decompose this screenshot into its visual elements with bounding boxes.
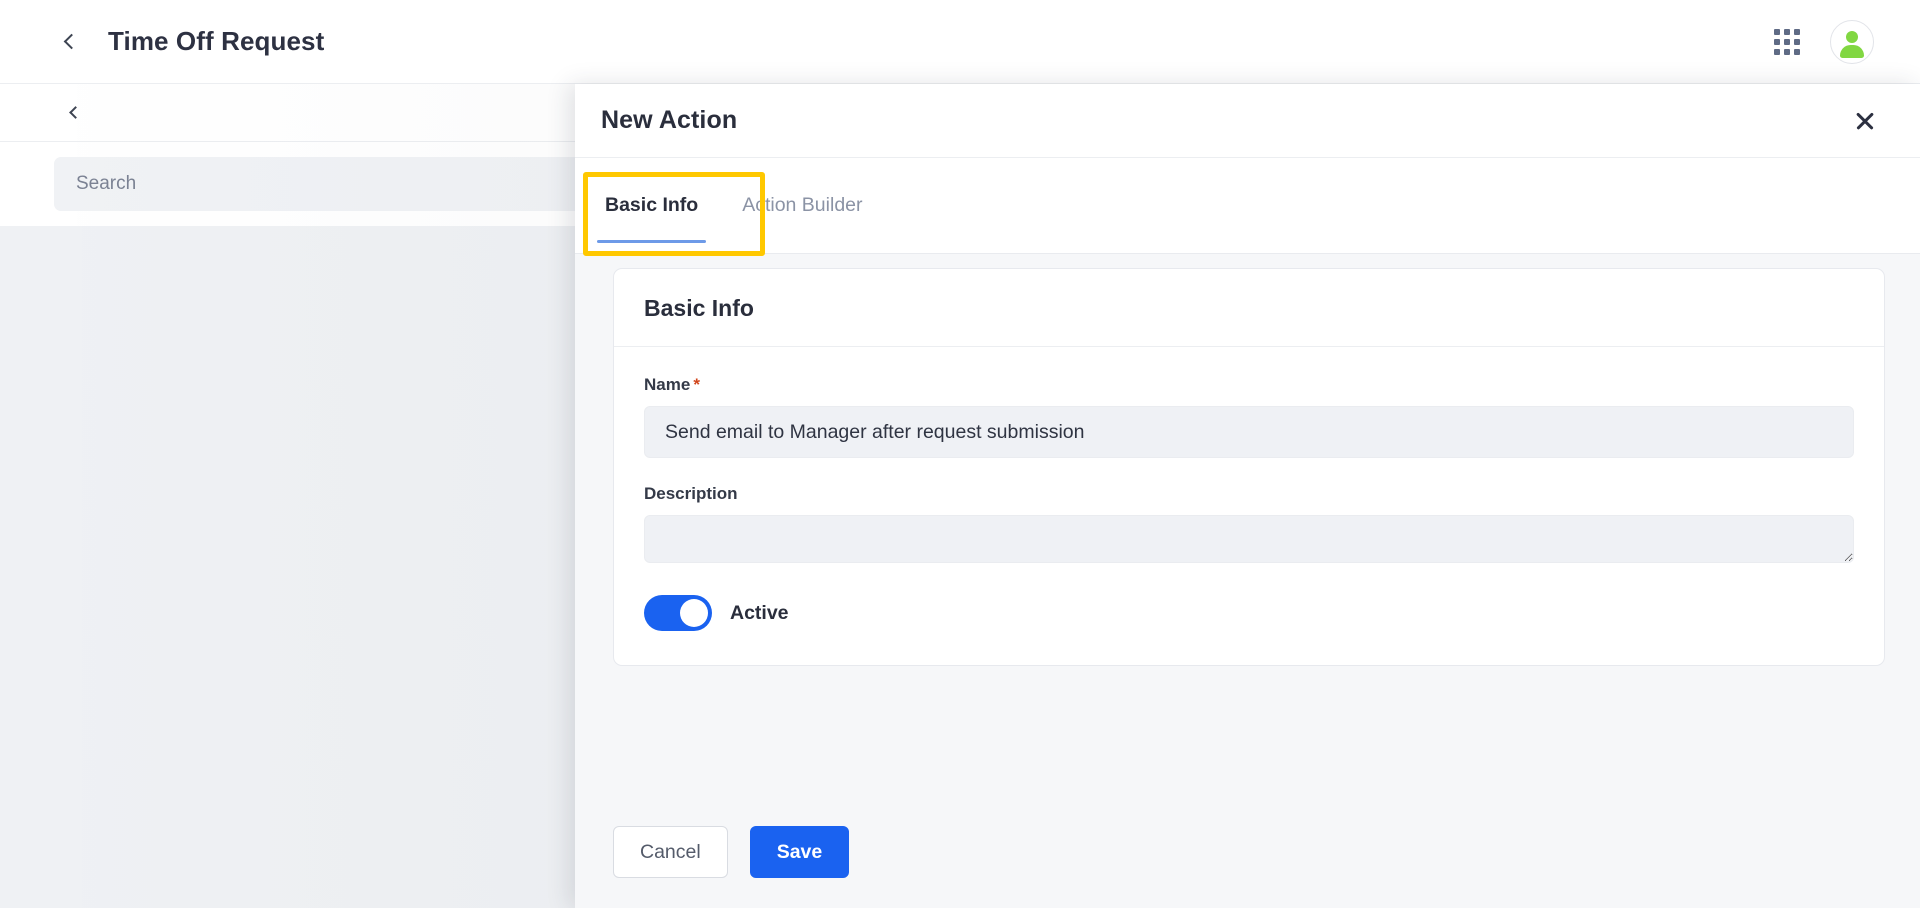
avatar-head <box>1846 30 1858 43</box>
avatar-body <box>1840 44 1864 58</box>
grid-cell <box>1784 38 1790 45</box>
app-header: Time Off Request <box>0 0 1920 84</box>
basic-info-card: Basic Info Name* Description <box>613 268 1885 666</box>
tab-action-builder-label: Action Builder <box>742 194 863 216</box>
active-toggle-row: Active <box>644 595 1854 631</box>
modal-title: New Action <box>601 106 738 134</box>
description-field-label: Description <box>644 484 738 503</box>
name-field-group: Name * <box>644 375 1854 458</box>
grid-cell <box>1794 28 1800 35</box>
cancel-button[interactable]: Cancel <box>613 826 728 878</box>
grid-cell <box>1794 48 1800 55</box>
name-input[interactable] <box>644 406 1854 458</box>
user-avatar-icon[interactable] <box>1830 19 1874 64</box>
close-x-icon[interactable] <box>1848 104 1882 138</box>
grid-cell <box>1794 38 1800 45</box>
card-header: Basic Info <box>614 269 1884 347</box>
modal-content: Basic Info Name* Description <box>575 254 1920 800</box>
page-title: Time Off Request <box>108 26 325 56</box>
toggle-knob <box>680 599 708 627</box>
tab-basic-info-label: Basic Info <box>605 194 699 216</box>
name-field-label: Name * <box>644 375 1854 395</box>
description-textarea[interactable] <box>644 515 1854 563</box>
card-heading: Basic Info <box>644 295 754 321</box>
description-field-group: Description <box>644 484 1854 563</box>
new-action-modal: New Action Basic Info Action Builder Bas… <box>575 84 1920 908</box>
modal-header: New Action <box>575 84 1920 158</box>
active-toggle-label: Active <box>730 601 789 624</box>
sub-back-button[interactable] <box>62 100 88 126</box>
header-back-button[interactable] <box>56 27 86 57</box>
grid-cell <box>1784 48 1790 55</box>
required-asterisk: * <box>693 375 700 394</box>
tab-basic-info[interactable]: Basic Info <box>583 158 720 253</box>
grid-cell <box>1774 38 1780 45</box>
modal-tabs: Basic Info Action Builder <box>575 158 1920 256</box>
modal-footer: Cancel Save <box>575 800 1920 908</box>
grid-cell <box>1774 28 1780 35</box>
card-body: Name* Description Active <box>614 347 1884 665</box>
avatar-glyph <box>1840 30 1864 58</box>
header-actions <box>1774 19 1874 64</box>
grid-cell <box>1784 28 1790 35</box>
save-button[interactable]: Save <box>749 826 850 878</box>
grid-cell <box>1774 48 1780 55</box>
chevron-left-icon <box>68 106 82 119</box>
tab-action-builder[interactable]: Action Builder <box>720 158 884 253</box>
grid-apps-icon[interactable] <box>1774 28 1800 55</box>
chevron-left-icon <box>63 33 79 50</box>
active-toggle[interactable] <box>644 595 712 631</box>
name-label-text: Name <box>644 375 691 394</box>
